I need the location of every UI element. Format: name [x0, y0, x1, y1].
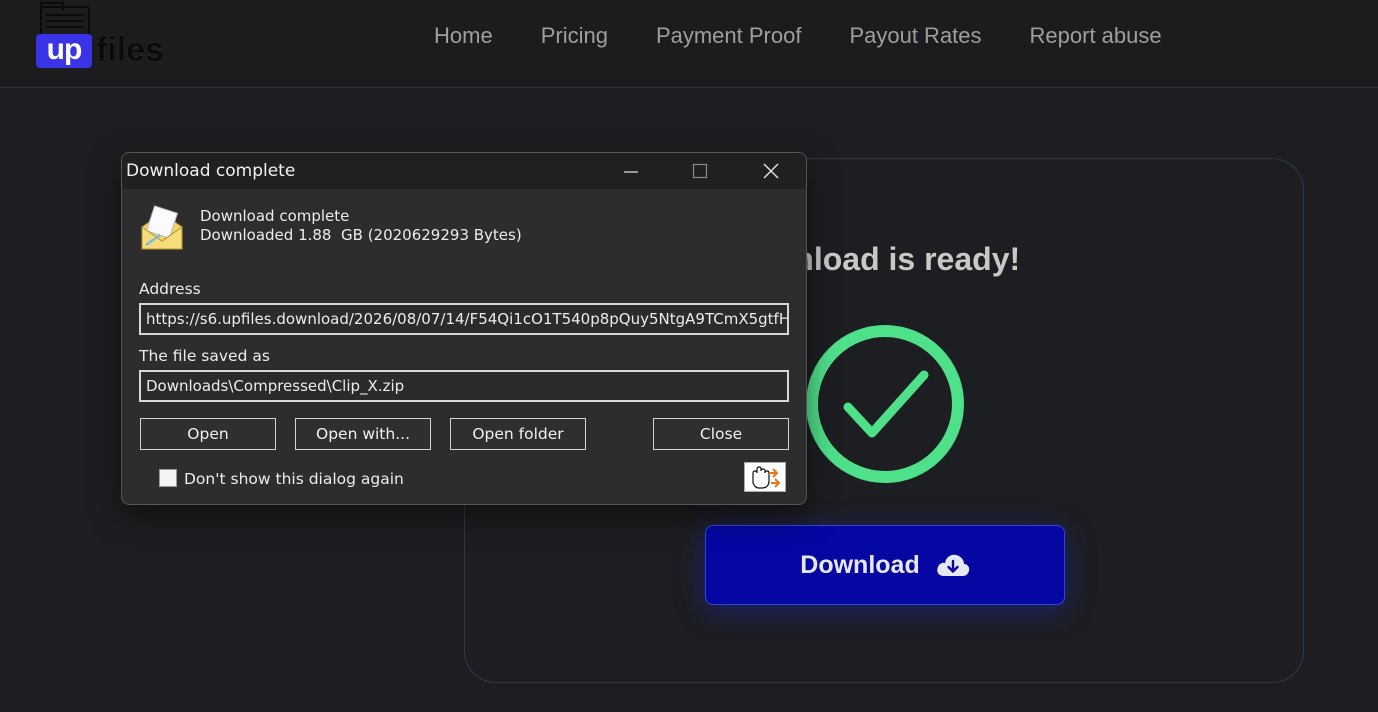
dialog-title: Download complete — [126, 161, 296, 181]
status-line-2: Downloaded 1.88 GB (2020629293 Bytes) — [200, 226, 522, 244]
maximize-button[interactable] — [665, 153, 735, 189]
nav-pricing[interactable]: Pricing — [541, 22, 608, 50]
envelope-icon — [141, 205, 183, 250]
cloud-download-icon — [936, 554, 969, 576]
dialog-titlebar[interactable]: Download complete — [122, 153, 806, 189]
nav-home[interactable]: Home — [434, 22, 493, 50]
logo-up-text: up — [36, 34, 92, 68]
saved-as-label: The file saved as — [139, 347, 270, 365]
nav-payout-rates[interactable]: Payout Rates — [849, 22, 981, 50]
drag-hand-icon — [752, 466, 781, 489]
nav-report-abuse[interactable]: Report abuse — [1030, 22, 1162, 50]
success-ring — [806, 325, 964, 483]
address-field[interactable]: https://s6.upfiles.download/2026/08/07/1… — [139, 303, 789, 335]
site-header: up files Home Pricing Payment Proof Payo… — [0, 0, 1378, 88]
dont-show-label: Don't show this dialog again — [184, 470, 404, 488]
main-nav: Home Pricing Payment Proof Payout Rates … — [434, 22, 1210, 50]
nav-payment-proof[interactable]: Payment Proof — [656, 22, 802, 50]
download-complete-dialog: Download complete Download complete Down… — [121, 152, 807, 505]
minimize-icon — [624, 171, 638, 173]
close-window-button[interactable] — [736, 153, 806, 189]
maximize-icon — [692, 163, 708, 179]
checkmark-icon — [843, 370, 929, 438]
logo-files-text: files — [96, 31, 165, 69]
status-line-1: Download complete — [200, 207, 350, 225]
dont-show-checkbox[interactable] — [159, 469, 177, 487]
open-with-button[interactable]: Open with... — [295, 418, 431, 450]
close-button[interactable]: Close — [653, 418, 789, 450]
minimize-button[interactable] — [596, 153, 666, 189]
close-icon — [763, 163, 779, 179]
download-status: Download complete Downloaded 1.88 GB (20… — [200, 207, 522, 245]
saved-as-field[interactable]: Downloads\Compressed\Clip_X.zip — [139, 370, 789, 402]
drag-hand-button[interactable] — [744, 462, 786, 492]
address-label: Address — [139, 280, 201, 298]
download-button[interactable]: Download — [705, 525, 1065, 605]
open-button[interactable]: Open — [140, 418, 276, 450]
folder-logo-icon — [40, 2, 90, 36]
upfiles-logo[interactable]: up files — [36, 2, 165, 70]
open-folder-button[interactable]: Open folder — [450, 418, 586, 450]
download-button-label: Download — [800, 550, 920, 579]
